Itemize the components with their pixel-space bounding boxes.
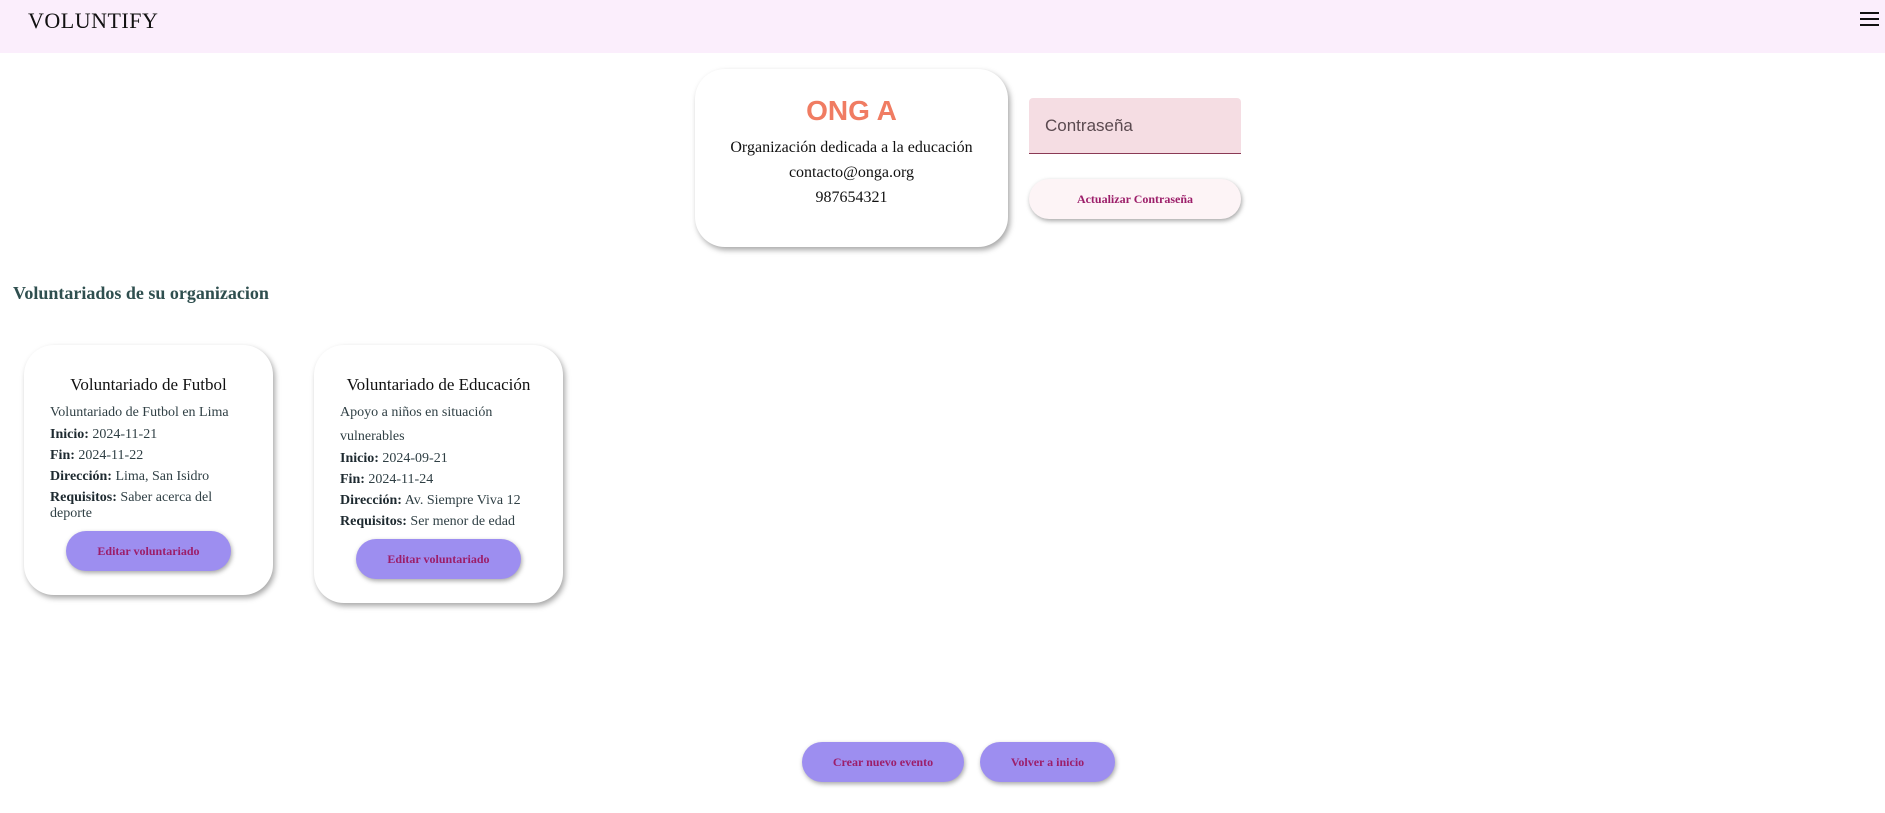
volunteering-card: Voluntariado de Futbol Voluntariado de F… (24, 345, 273, 595)
start-label: Inicio: (50, 427, 89, 442)
edit-volunteering-button[interactable]: Editar voluntariado (356, 539, 521, 579)
requirements-label: Requisitos: (50, 490, 117, 505)
volunteering-start: Inicio: 2024-11-21 (50, 427, 247, 443)
brand-logo[interactable]: VOLUNTIFY (28, 8, 158, 34)
menu-bar (1860, 24, 1879, 26)
end-value: 2024-11-22 (78, 448, 144, 463)
hamburger-menu-icon[interactable] (1860, 12, 1879, 27)
organization-email: contacto@onga.org (788, 164, 915, 181)
address-value: Av. Siempre Viva 12 (404, 493, 521, 508)
volunteering-title: Voluntariado de Educación (346, 375, 531, 394)
start-label: Inicio: (340, 451, 379, 466)
password-input[interactable] (1029, 98, 1241, 154)
edit-volunteering-button[interactable]: Editar voluntariado (66, 531, 231, 571)
menu-bar (1860, 18, 1879, 20)
volunteering-card: Voluntariado de Educación Apoyo a niños … (314, 345, 563, 603)
organization-card: ONG A Organización dedicada a la educaci… (695, 69, 1008, 247)
menu-bar (1860, 12, 1879, 14)
back-home-button[interactable]: Volver a inicio (980, 742, 1115, 782)
organization-description: Organización dedicada a la educación (730, 139, 973, 156)
organization-name: ONG A (806, 95, 897, 126)
end-label: Fin: (340, 472, 365, 487)
address-value: Lima, San Isidro (115, 469, 210, 484)
volunteering-requirements: Requisitos: Saber acerca del deporte (50, 490, 247, 522)
volunteering-address: Dirección: Av. Siempre Viva 12 (340, 493, 537, 509)
update-password-button[interactable]: Actualizar Contraseña (1029, 179, 1241, 219)
volunteering-start: Inicio: 2024-09-21 (340, 451, 537, 467)
section-title: Voluntariados de su organizacion (13, 283, 269, 303)
start-value: 2024-11-21 (92, 427, 158, 442)
start-value: 2024-09-21 (382, 451, 448, 466)
end-label: Fin: (50, 448, 75, 463)
volunteering-address: Dirección: Lima, San Isidro (50, 469, 247, 485)
volunteering-end: Fin: 2024-11-22 (50, 448, 247, 464)
volunteering-description: Voluntariado de Futbol en Lima (50, 405, 229, 420)
requirements-value: Ser menor de edad (410, 514, 515, 529)
end-value: 2024-11-24 (368, 472, 434, 487)
address-label: Dirección: (340, 493, 402, 508)
address-label: Dirección: (50, 469, 112, 484)
volunteering-requirements: Requisitos: Ser menor de edad (340, 514, 537, 530)
volunteering-description: Apoyo a niños en situación vulnerables (340, 405, 493, 444)
volunteering-title: Voluntariado de Futbol (70, 375, 227, 394)
volunteering-end: Fin: 2024-11-24 (340, 472, 537, 488)
create-event-button[interactable]: Crear nuevo evento (802, 742, 964, 782)
top-navbar: VOLUNTIFY (0, 0, 1885, 53)
organization-phone: 987654321 (815, 189, 888, 206)
requirements-label: Requisitos: (340, 514, 407, 529)
